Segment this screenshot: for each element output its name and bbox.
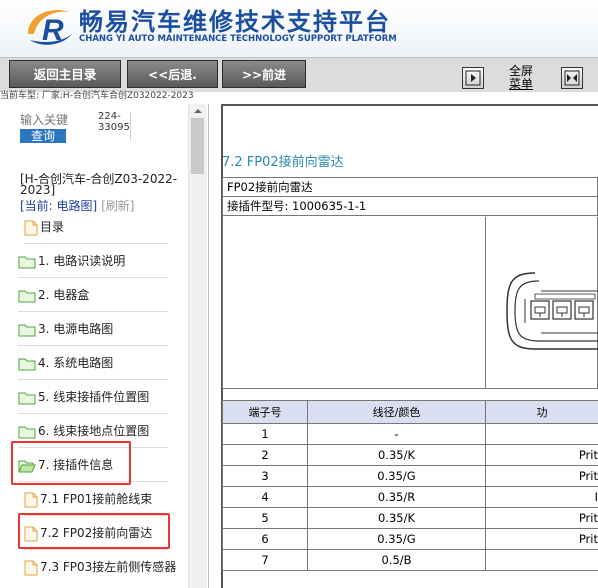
table-row: 3 0.35/G Prit — [222, 465, 598, 487]
wire-spec: 0.35/G — [307, 528, 486, 550]
sidebar-item-reading-guide[interactable]: 1. 电路识读说明 — [18, 245, 168, 278]
sidebar-subitem-fp01[interactable]: 7.1 FP01接前舱线束 — [24, 483, 168, 516]
table-row: 5 0.35/K Prit — [222, 507, 598, 529]
pin-function: I — [485, 486, 598, 508]
column-header-pin: 端子号 — [222, 400, 308, 424]
sidebar-item-label: 6. 线束接地点位置图 — [38, 424, 150, 438]
back-button[interactable]: <<后退. — [127, 60, 218, 88]
highlight-box — [18, 513, 170, 549]
document-icon — [24, 492, 38, 507]
pin-function: Prit — [485, 507, 598, 529]
folder-icon — [18, 426, 36, 438]
sidebar-item-power-circuit[interactable]: 3. 电源电路图 — [18, 313, 168, 346]
scrollbar-thumb[interactable] — [191, 118, 204, 174]
pin-function: Prit — [485, 444, 598, 466]
table-header-row: 端子号 线径/颜色 功 — [222, 400, 598, 424]
sidebar-item-system-circuit[interactable]: 4. 系统电路图 — [18, 347, 168, 380]
forward-button[interactable]: >>前进 — [222, 60, 306, 88]
sidebar-item-label: 3. 电源电路图 — [38, 322, 114, 336]
scroll-up-icon[interactable] — [189, 104, 207, 118]
pin-number: 1 — [222, 423, 308, 445]
connector-image-box — [222, 217, 598, 389]
folder-icon — [18, 392, 36, 404]
document-icon — [24, 560, 38, 575]
connector-name: FP02接前向雷达 — [222, 177, 598, 197]
expand-panel-button[interactable] — [561, 67, 583, 89]
brand-subtitle: CHANG YI AUTO MAINTENANCE TECHNOLOGY SUP… — [79, 34, 397, 44]
sidebar-item-toc[interactable]: 目录 — [24, 211, 168, 244]
current-model-line: 当前车型: 厂家:H-合创汽车合创Z032022-2023 — [0, 91, 194, 101]
column-header-wire: 线径/颜色 — [307, 400, 486, 424]
pin-number: 6 — [222, 528, 308, 550]
pin-function: Prit — [485, 465, 598, 487]
sidebar-item-label: 1. 电路识读说明 — [38, 254, 126, 268]
logo-letter: R — [42, 14, 64, 47]
folder-icon — [18, 256, 36, 268]
search-button[interactable]: 查询 — [20, 129, 66, 143]
pin-number: 2 — [222, 444, 308, 466]
wire-spec: 0.5/B — [307, 549, 486, 571]
pin-number: 3 — [222, 465, 308, 487]
folder-icon — [18, 324, 36, 336]
sidebar-subitem-fp03[interactable]: 7.3 FP03接左前侧传感器 — [24, 551, 188, 583]
wire-spec: 0.35/K — [307, 444, 486, 466]
sidebar: 查询 224-33095 [H-合创汽车-合创Z03-2022-2023] [当… — [0, 104, 207, 588]
search-input[interactable] — [20, 113, 92, 127]
sidebar-item-label: 4. 系统电路图 — [38, 356, 114, 370]
sidebar-item-label: 7.3 FP03接左前侧传感器 — [40, 560, 177, 574]
pin-function — [485, 549, 598, 571]
vehicle-title: [H-合创汽车-合创Z03-2022-2023] — [20, 172, 178, 197]
folder-icon — [18, 290, 36, 302]
header-banner: R 畅易汽车维修技术支持平台 CHANG YI AUTO MAINTENANCE… — [0, 0, 598, 57]
brand-title: 畅易汽车维修技术支持平台 — [79, 8, 391, 36]
wire-spec: 0.35/K — [307, 507, 486, 529]
panel-split-icon — [564, 70, 580, 86]
sidebar-item-label: 目录 — [40, 220, 65, 234]
pin-table: 端子号 线径/颜色 功 1- 2 0.35/K Prit 3 0.35/G Prit 4… — [222, 400, 598, 571]
connector-diagram — [506, 272, 598, 350]
pin-number: 7 — [222, 549, 308, 571]
search-divider — [130, 112, 131, 140]
column-header-function: 功 — [485, 400, 598, 424]
table-row: 4 0.35/R I — [222, 486, 598, 508]
wire-spec: - — [307, 423, 486, 445]
search-hint: 224-33095 — [98, 111, 130, 133]
sidebar-scrollbar[interactable] — [188, 104, 207, 588]
section-title: 7.2 FP02接前向雷达 — [222, 155, 344, 170]
connector-info-table: FP02接前向雷达 接插件型号: 1000635-1-1 — [222, 177, 598, 216]
pin-function: Prit — [485, 528, 598, 550]
wire-spec: 0.35/G — [307, 465, 486, 487]
highlight-box — [11, 441, 131, 485]
sidebar-item-label: 5. 线束接插件位置图 — [38, 390, 150, 404]
home-button[interactable]: 返回主目录 — [9, 60, 121, 88]
table-row: 6 0.35/G Prit — [222, 528, 598, 550]
collapse-panel-button[interactable] — [462, 67, 484, 89]
brand-logo: R — [28, 10, 72, 47]
document-icon — [24, 220, 38, 235]
image-divider — [485, 217, 486, 389]
fullscreen-menu-toggle[interactable]: 全屏 菜单 — [506, 65, 536, 91]
pin-function — [485, 423, 598, 445]
pin-number: 5 — [222, 507, 308, 529]
sidebar-item-label: 7.1 FP01接前舱线束 — [40, 492, 153, 506]
sidebar-item-connector-location[interactable]: 5. 线束接插件位置图 — [18, 381, 168, 414]
table-row: 7 0.5/B — [222, 549, 598, 571]
wire-spec: 0.35/R — [307, 486, 486, 508]
panel-right-icon — [465, 70, 481, 86]
folder-icon — [18, 358, 36, 370]
table-row: 2 0.35/K Prit — [222, 444, 598, 466]
connector-model: 接插件型号: 1000635-1-1 — [222, 196, 598, 216]
table-row: 1- — [222, 423, 598, 445]
sidebar-item-label: 2. 电器盒 — [38, 288, 90, 302]
pin-number: 4 — [222, 486, 308, 508]
sidebar-item-fuse-box[interactable]: 2. 电器盒 — [18, 279, 168, 312]
